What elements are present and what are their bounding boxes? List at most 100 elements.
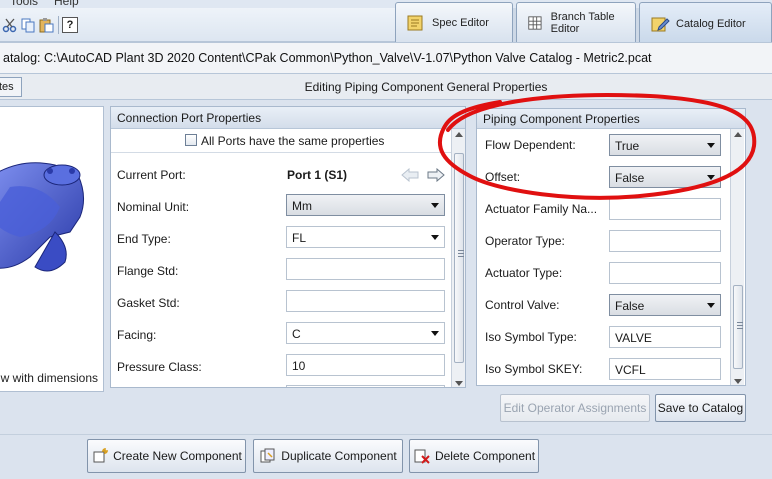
piping-component-panel: Piping Component Properties Flow Depende…	[476, 108, 746, 386]
piping-component-scrollbar[interactable]	[730, 129, 744, 385]
piping-component-title: Piping Component Properties	[477, 109, 745, 129]
pressure-class-value: 10	[292, 359, 306, 373]
control-valve-label: Control Valve:	[485, 298, 560, 312]
edit-title: Editing Piping Component General Propert…	[304, 80, 548, 94]
grip-line	[458, 256, 464, 257]
tab-catalog-editor[interactable]: Catalog Editor	[639, 2, 772, 44]
nominal-unit-value: Mm	[292, 199, 312, 213]
prev-port-arrow-icon[interactable]	[401, 168, 419, 182]
grip-line	[737, 328, 743, 329]
flange-std-field[interactable]	[286, 258, 445, 280]
all-ports-label: All Ports have the same properties	[201, 134, 385, 148]
grip-line	[737, 322, 743, 323]
iso-symbol-skey-value: VCFL	[615, 363, 646, 377]
actuator-type-field[interactable]	[609, 262, 721, 284]
grip-line	[737, 325, 743, 326]
flange-std-label: Flange Std:	[117, 264, 179, 278]
iso-symbol-skey-row: Iso Symbol SKEY: VCFL	[477, 353, 745, 385]
scroll-down-icon[interactable]	[455, 381, 463, 386]
scroll-up-icon[interactable]	[734, 132, 742, 137]
pressure-class-row: Pressure Class: 10	[111, 351, 465, 383]
tab-spec-editor[interactable]: Spec Editor	[395, 2, 513, 42]
preview-caption: w with dimensions	[0, 371, 98, 385]
chevron-down-icon	[707, 175, 715, 180]
all-ports-checkbox[interactable]	[185, 134, 197, 146]
bottom-actions: Create New Component Duplicate Component…	[0, 434, 772, 479]
cut-icon[interactable]	[2, 17, 18, 33]
duplicate-component-button[interactable]: Duplicate Component	[253, 439, 403, 473]
nominal-unit-label: Nominal Unit:	[117, 200, 190, 214]
main-area: w with dimensions Connection Port Proper…	[0, 100, 772, 434]
paste-icon[interactable]	[38, 17, 54, 33]
duplicate-component-icon	[260, 448, 275, 463]
menu-help[interactable]: Help	[54, 0, 79, 8]
connection-port-title: Connection Port Properties	[111, 107, 465, 129]
create-new-component-button[interactable]: Create New Component	[87, 439, 246, 473]
actuator-type-label: Actuator Type:	[485, 266, 563, 280]
tab-branch-table-editor[interactable]: Branch Table Editor	[516, 2, 636, 42]
scroll-down-icon[interactable]	[734, 379, 742, 384]
pressure-class-field[interactable]: 10	[286, 354, 445, 376]
flow-dependent-select[interactable]: True	[609, 134, 721, 156]
nominal-unit-select[interactable]: Mm	[286, 194, 445, 216]
toolbar-separator	[58, 16, 59, 34]
offset-label: Offset:	[485, 170, 521, 184]
gasket-std-label: Gasket Std:	[117, 296, 180, 310]
scroll-thumb[interactable]	[454, 153, 464, 363]
iso-symbol-skey-label: Iso Symbol SKEY:	[485, 362, 583, 376]
create-new-component-label: Create New Component	[113, 449, 242, 463]
save-to-catalog-button[interactable]: Save to Catalog	[655, 394, 746, 422]
grip-line	[458, 250, 464, 251]
end-type-row: End Type: FL	[111, 223, 465, 255]
gasket-std-row: Gasket Std:	[111, 287, 465, 319]
tab-label: Branch Table Editor	[550, 10, 615, 35]
edit-strip: tes Editing Piping Component General Pro…	[0, 74, 772, 100]
connection-port-scrollbar[interactable]	[451, 129, 465, 387]
offset-select[interactable]: False	[609, 166, 721, 188]
tab-label: Catalog Editor	[676, 17, 746, 30]
iso-symbol-type-value: VALVE	[615, 331, 652, 345]
iso-symbol-type-row: Iso Symbol Type: VALVE	[477, 321, 745, 353]
copy-icon[interactable]	[20, 17, 36, 33]
component-preview: w with dimensions	[0, 106, 104, 392]
toolbar: ?	[0, 8, 395, 42]
valve-preview-image	[0, 162, 84, 272]
pressure-class-label: Pressure Class:	[117, 360, 202, 374]
control-valve-select[interactable]: False	[609, 294, 721, 316]
facing-label: Facing:	[117, 328, 157, 342]
gasket-std-field[interactable]	[286, 290, 445, 312]
iso-symbol-skey-field[interactable]: VCFL	[609, 358, 721, 380]
delete-component-button[interactable]: Delete Component	[409, 439, 539, 473]
end-type-select[interactable]: FL	[286, 226, 445, 248]
flange-std-row: Flange Std:	[111, 255, 465, 287]
duplicate-component-label: Duplicate Component	[281, 449, 397, 463]
nominal-unit-row: Nominal Unit: Mm	[111, 191, 465, 223]
chevron-down-icon	[707, 303, 715, 308]
edit-operator-assignments-button[interactable]: Edit Operator Assignments	[500, 394, 650, 422]
end-type-label: End Type:	[117, 232, 171, 246]
current-port-row: Current Port: Port 1 (S1)	[111, 159, 465, 191]
delete-component-icon	[414, 449, 430, 464]
chevron-down-icon	[431, 203, 439, 208]
help-icon[interactable]: ?	[62, 17, 78, 33]
scroll-thumb[interactable]	[733, 285, 743, 369]
menu-tools[interactable]: Tools	[10, 0, 38, 8]
flow-dependent-label: Flow Dependent:	[485, 138, 576, 152]
all-ports-row: All Ports have the same properties	[111, 129, 451, 153]
chevron-down-icon	[431, 331, 439, 336]
catalog-path: atalog: C:\AutoCAD Plant 3D 2020 Content…	[0, 42, 772, 74]
iso-symbol-type-field[interactable]: VALVE	[609, 326, 721, 348]
delete-component-label: Delete Component	[434, 449, 536, 463]
facing-select[interactable]: C	[286, 322, 445, 344]
flow-dependent-value: True	[615, 139, 640, 153]
current-port-label: Current Port:	[117, 168, 186, 182]
operator-type-row: Operator Type:	[477, 225, 745, 257]
scroll-up-icon[interactable]	[455, 132, 463, 137]
connection-port-panel: Connection Port Properties All Ports hav…	[110, 106, 466, 388]
operator-type-field[interactable]	[609, 230, 721, 252]
next-port-arrow-icon[interactable]	[427, 168, 445, 182]
actuator-family-field[interactable]	[609, 198, 721, 220]
next-field-stub	[286, 385, 445, 387]
control-valve-row: Control Valve: False	[477, 289, 745, 321]
iso-symbol-type-label: Iso Symbol Type:	[485, 330, 577, 344]
